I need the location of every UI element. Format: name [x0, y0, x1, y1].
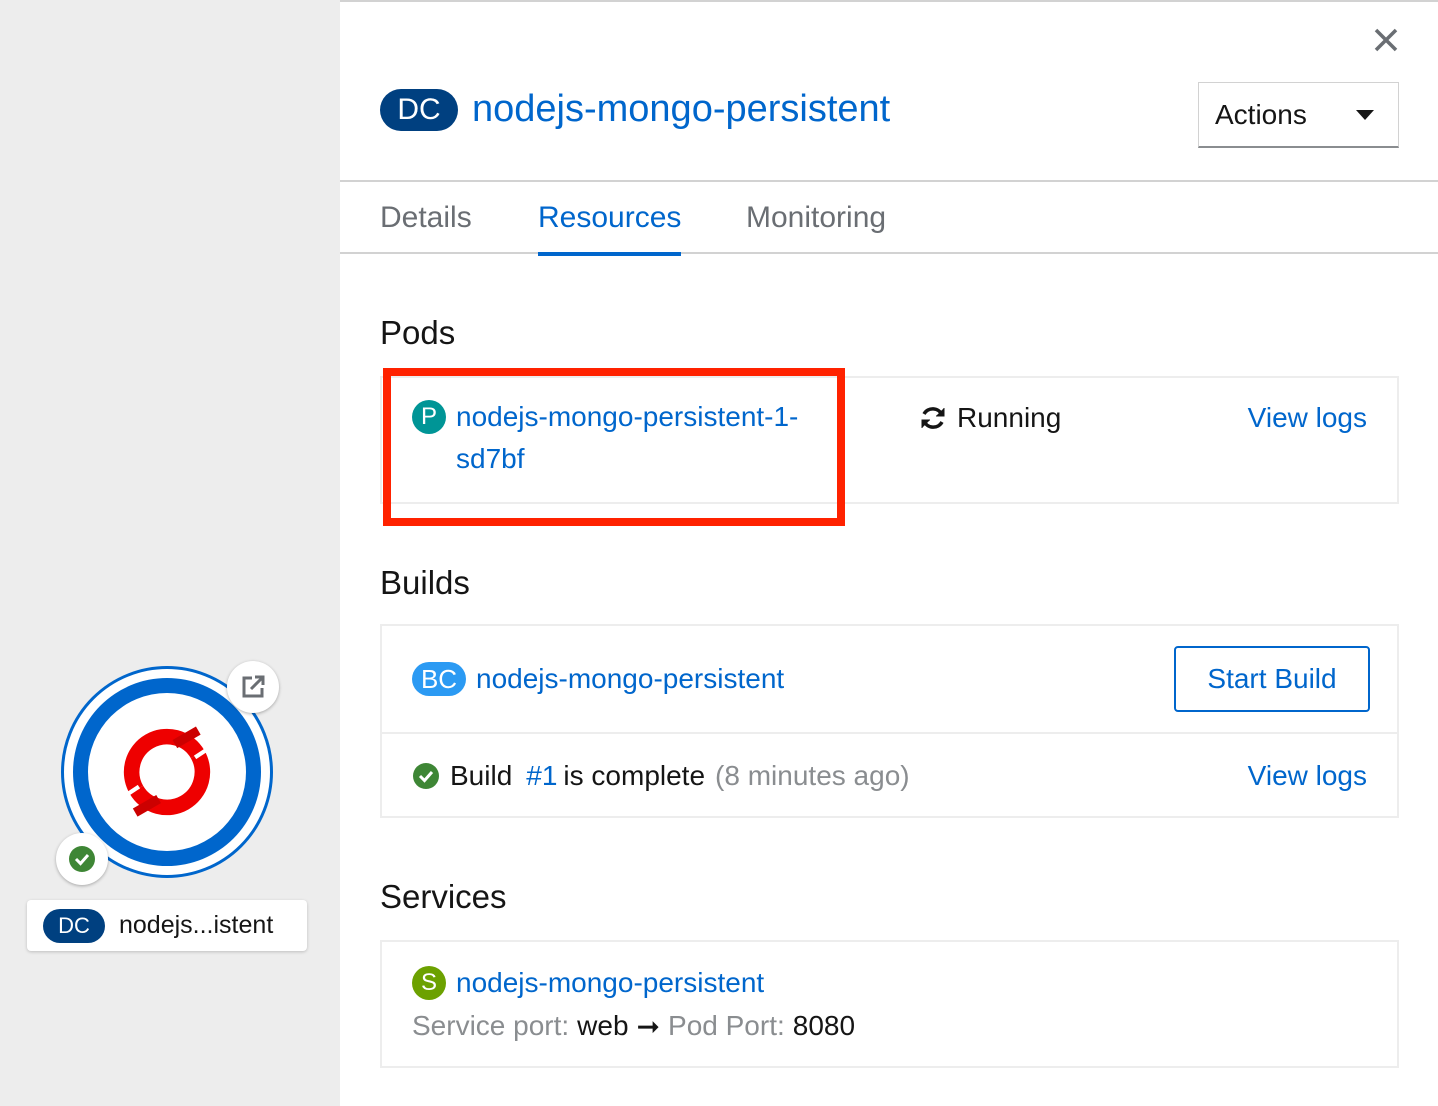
start-build-button[interactable]: Start Build [1174, 646, 1370, 712]
pod-status-text: Running [957, 402, 1062, 433]
service-row: S nodejs-mongo-persistent Service port: … [380, 940, 1399, 1068]
caret-down-icon [1356, 109, 1374, 120]
pods-heading: Pods [380, 314, 456, 351]
side-panel: DC nodejs-mongo-persistent Actions Detai… [340, 0, 1438, 1106]
sync-icon [921, 407, 945, 429]
service-badge: S [412, 966, 446, 1000]
check-circle-icon [413, 763, 439, 789]
dc-badge: DC [43, 908, 105, 943]
check-circle-icon [69, 846, 95, 872]
service-name[interactable]: nodejs-mongo-persistent [456, 967, 764, 999]
build-prefix: Build [450, 760, 513, 791]
close-button[interactable] [1370, 24, 1402, 56]
build-status-decorator[interactable] [56, 833, 108, 885]
tab-bar: Details Resources Monitoring [340, 180, 1438, 256]
build-time: (8 minutes ago) [715, 760, 910, 791]
service-port-label: Service port: [412, 1010, 570, 1041]
build-status-text: is complete [563, 760, 706, 791]
tab-resources[interactable]: Resources [538, 182, 682, 256]
actions-label: Actions [1215, 98, 1307, 130]
external-link-icon [242, 675, 265, 698]
services-heading: Services [380, 878, 507, 915]
openshift-logo-icon [121, 726, 213, 817]
node-name: nodejs...istent [119, 911, 274, 939]
arrow-right-icon: ➞ [636, 1011, 661, 1042]
build-config-row: BC nodejs-mongo-persistent Start Build [382, 626, 1397, 734]
node-core [88, 693, 246, 851]
pod-status: Running [919, 402, 1061, 434]
builds-card: BC nodejs-mongo-persistent Start Build B… [380, 624, 1399, 818]
build-config-link-group[interactable]: BC nodejs-mongo-persistent [412, 662, 784, 696]
builds-heading: Builds [380, 564, 470, 601]
tab-monitoring[interactable]: Monitoring [746, 182, 886, 254]
build-number-link[interactable]: #1 [526, 760, 557, 792]
node-label[interactable]: DC nodejs...istent [27, 900, 307, 951]
node-ring [73, 678, 261, 866]
close-icon [1374, 28, 1398, 52]
service-port-mapping: Service port: web ➞ Pod Port: 8080 [412, 1010, 855, 1043]
build-view-logs-link[interactable]: View logs [1248, 760, 1367, 792]
tab-details[interactable]: Details [380, 182, 472, 254]
pod-port-value: 8080 [792, 1010, 856, 1041]
pod-view-logs-link[interactable]: View logs [1248, 402, 1367, 434]
build-status-row: Build #1 is complete (8 minutes ago) [412, 760, 910, 792]
bc-badge: BC [412, 662, 466, 696]
build-config-name[interactable]: nodejs-mongo-persistent [476, 663, 784, 695]
external-link-decorator[interactable] [227, 661, 279, 713]
topology-canvas[interactable]: DC nodejs...istent [0, 0, 340, 1106]
service-port-value: web [577, 1010, 629, 1041]
actions-dropdown[interactable]: Actions [1198, 82, 1399, 148]
service-link-group[interactable]: S nodejs-mongo-persistent [412, 966, 764, 1000]
pod-port-label: Pod Port: [668, 1010, 785, 1041]
dc-badge: DC [380, 88, 458, 131]
highlight-box [383, 368, 845, 526]
panel-header: DC nodejs-mongo-persistent [380, 88, 890, 131]
panel-title[interactable]: nodejs-mongo-persistent [472, 88, 890, 131]
